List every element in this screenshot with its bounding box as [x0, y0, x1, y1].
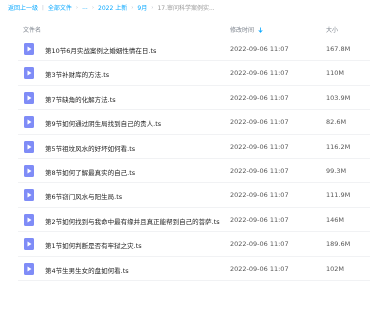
file-size: 82.6M	[326, 118, 347, 127]
file-size: 102M	[326, 264, 345, 273]
video-file-icon	[24, 262, 34, 275]
file-row[interactable]: 第6节窃门风水与阳生局.ts 2022-09-06 11:07 111.9M	[0, 183, 370, 208]
file-row[interactable]: 第7节缺角的化解方法.ts 2022-09-06 11:07 103.9M	[0, 86, 370, 111]
file-size: 99.3M	[326, 166, 347, 175]
file-name[interactable]: 第3节补财库的方法.ts	[45, 69, 109, 79]
video-file-icon	[24, 164, 34, 177]
chevron-right-icon: ›	[75, 4, 79, 11]
file-modified-time: 2022-09-06 11:07	[230, 118, 289, 127]
file-size: 167.8M	[326, 45, 351, 53]
video-file-icon	[24, 67, 34, 80]
video-file-icon	[24, 116, 34, 129]
file-row[interactable]: 第10节6月实战案例之婚姻性情在日.ts 2022-09-06 11:07 16…	[0, 37, 370, 62]
file-modified-time: 2022-09-06 11:07	[230, 69, 289, 78]
breadcrumb-separator: |	[42, 4, 44, 11]
file-size: 110M	[326, 69, 345, 78]
column-header-modified[interactable]: 修改时间	[230, 25, 263, 34]
video-file-icon	[24, 238, 34, 251]
chevron-right-icon: ›	[131, 4, 134, 11]
row-divider	[18, 279, 370, 281]
back-link[interactable]: 返回上一级	[8, 3, 38, 12]
breadcrumb-ellipsis[interactable]: ...	[82, 4, 88, 11]
file-row[interactable]: 第8节如何了解最真实的自己.ts 2022-09-06 11:07 99.3M	[0, 159, 370, 184]
file-modified-time: 2022-09-06 11:07	[230, 45, 289, 53]
file-modified-time: 2022-09-06 11:07	[230, 93, 289, 102]
file-name[interactable]: 第7节缺角的化解方法.ts	[45, 94, 116, 104]
sort-desc-icon[interactable]	[258, 27, 263, 33]
file-list-header: 文件名 修改时间 大小	[0, 25, 370, 35]
file-name[interactable]: 第5节祖坟风水的好坏如何看.ts	[45, 143, 135, 153]
breadcrumb-month[interactable]: 9月	[137, 3, 147, 12]
file-size: 189.6M	[326, 240, 351, 249]
file-name[interactable]: 第8节如何了解最真实的自己.ts	[45, 167, 135, 177]
breadcrumb-year[interactable]: 2022 上新	[98, 3, 127, 12]
file-name[interactable]: 第9节如何通过阴生局找到自己的贵人.ts	[45, 118, 161, 128]
file-row[interactable]: 第9节如何通过阴生局找到自己的贵人.ts 2022-09-06 11:07 82…	[0, 110, 370, 135]
file-name[interactable]: 第1节如何判断是否有牢狱之灾.ts	[45, 240, 142, 250]
breadcrumb-current: 17.审问科学案例实...	[157, 5, 215, 12]
file-row[interactable]: 第4节生男生女的盘如何看.ts 2022-09-06 11:07 102M	[0, 257, 370, 281]
chevron-right-icon: ›	[151, 4, 154, 11]
file-list: 第10节6月实战案例之婚姻性情在日.ts 2022-09-06 11:07 16…	[0, 37, 370, 281]
file-modified-time: 2022-09-06 11:07	[230, 191, 289, 200]
file-modified-time: 2022-09-06 11:07	[230, 264, 289, 273]
file-modified-time: 2022-09-06 11:07	[230, 215, 289, 224]
file-row[interactable]: 第5节祖坟风水的好坏如何看.ts 2022-09-06 11:07 116.2M	[0, 135, 370, 159]
breadcrumb: 返回上一级 | 全部文件 › ... › 2022 上新 › 9月 › 17.审…	[8, 3, 215, 12]
column-header-modified-label: 修改时间	[230, 27, 255, 34]
video-file-icon	[24, 189, 34, 202]
file-name[interactable]: 第2节如何找到与我命中最有缘并且真正能帮到自己的菩萨.ts	[45, 216, 220, 226]
file-row[interactable]: 第3节补财库的方法.ts 2022-09-06 11:07 110M	[0, 61, 370, 86]
file-size: 146M	[326, 215, 345, 224]
file-name[interactable]: 第10节6月实战案例之婚姻性情在日.ts	[45, 45, 156, 55]
file-row[interactable]: 第1节如何判断是否有牢狱之灾.ts 2022-09-06 11:07 189.6…	[0, 232, 370, 257]
video-file-icon	[24, 91, 34, 104]
file-name[interactable]: 第6节窃门风水与阳生局.ts	[45, 191, 122, 201]
column-header-name[interactable]: 文件名	[23, 25, 41, 34]
file-modified-time: 2022-09-06 11:07	[230, 142, 289, 151]
file-size: 111.9M	[326, 191, 351, 200]
chevron-right-icon: ›	[91, 4, 95, 11]
file-size: 116.2M	[326, 142, 351, 151]
breadcrumb-all-files[interactable]: 全部文件	[48, 3, 72, 12]
file-row[interactable]: 第2节如何找到与我命中最有缘并且真正能帮到自己的菩萨.ts 2022-09-06…	[0, 208, 370, 233]
video-file-icon	[24, 213, 34, 226]
video-file-icon	[24, 43, 34, 55]
video-file-icon	[24, 140, 34, 153]
column-header-size[interactable]: 大小	[326, 25, 338, 34]
file-modified-time: 2022-09-06 11:07	[230, 166, 289, 175]
file-size: 103.9M	[326, 93, 351, 102]
file-name[interactable]: 第4节生男生女的盘如何看.ts	[45, 265, 129, 275]
file-modified-time: 2022-09-06 11:07	[230, 240, 289, 249]
